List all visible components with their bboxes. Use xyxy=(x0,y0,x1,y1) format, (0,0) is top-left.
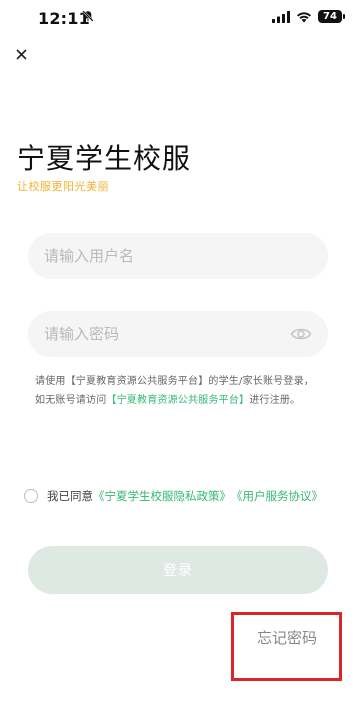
close-button[interactable] xyxy=(12,45,30,63)
privacy-policy-link[interactable]: 《宁夏学生校服隐私政策》 xyxy=(93,488,231,504)
close-icon xyxy=(15,48,27,60)
notice-text-end: 进行注册。 xyxy=(249,395,301,406)
status-bar: 12:11 74 xyxy=(0,0,360,36)
eye-icon[interactable] xyxy=(290,324,312,344)
login-button[interactable]: 登录 xyxy=(28,546,328,594)
platform-link[interactable]: 【宁夏教育资源公共服务平台】 xyxy=(106,395,249,406)
agree-prefix: 我已同意 xyxy=(47,489,93,503)
agree-checkbox[interactable] xyxy=(24,489,38,503)
login-button-label: 登录 xyxy=(163,563,193,579)
forgot-password-link[interactable]: 忘记密码 xyxy=(257,627,317,648)
wifi-icon xyxy=(297,11,311,22)
password-input[interactable] xyxy=(28,311,328,357)
password-field-container xyxy=(28,311,328,357)
battery-icon: 74 xyxy=(318,10,345,23)
signal-icon xyxy=(272,10,290,23)
status-icons: 74 xyxy=(272,10,345,23)
mute-bell-icon xyxy=(82,10,94,22)
battery-level: 74 xyxy=(323,11,337,22)
app-subtitle: 让校服更阳光美丽 xyxy=(17,180,109,193)
username-input[interactable] xyxy=(28,233,328,279)
agreement-row: 我已同意 《宁夏学生校服隐私政策》 《用户服务协议》 xyxy=(24,486,323,506)
login-notice: 请使用【宁夏教育资源公共服务平台】的学生/家长账号登录，如无账号请访问【宁夏教育… xyxy=(35,372,320,410)
service-agreement-link[interactable]: 《用户服务协议》 xyxy=(231,488,323,504)
app-title: 宁夏学生校服 xyxy=(17,142,192,175)
username-field-container xyxy=(28,233,328,279)
